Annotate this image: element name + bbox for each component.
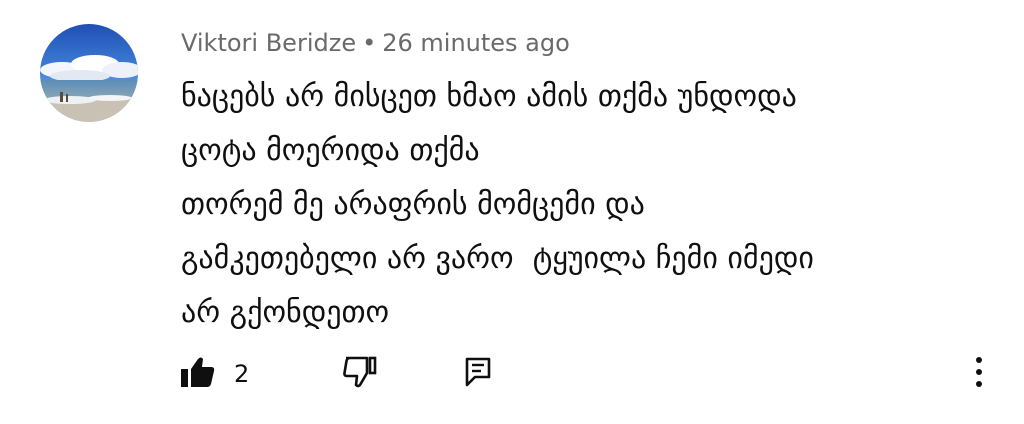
comment-timestamp[interactable]: 26 minutes ago [382,29,570,57]
more-options-button[interactable] [964,350,994,398]
comment-actions: 2 [0,350,1024,398]
thumbs-down-icon [342,355,378,393]
thumbs-up-icon [180,356,216,392]
meta-separator: • [362,29,377,57]
comment-header: Viktori Beridze • 26 minutes ago [181,26,570,60]
reply-button[interactable] [464,350,492,398]
comment-line: გამკეთებელი არ ვარო ტყუილა ჩემი იმედი [181,241,814,276]
dislike-button[interactable] [342,350,378,398]
comment-line: ნაცებს არ მისცეთ ხმაო ამის თქმა უნდოდა [181,79,797,114]
comment-text: ნაცებს არ მისცეთ ხმაო ამის თქმა უნდოდა ც… [181,70,1001,340]
comment-line: თორემ მე არაფრის მომცემი და [181,187,645,222]
more-vertical-icon [975,356,983,392]
author-name[interactable]: Viktori Beridze [181,29,356,57]
like-count: 2 [234,360,250,388]
reply-comment-icon [464,357,492,391]
avatar-image [40,24,138,122]
comment-thread: Viktori Beridze • 26 minutes ago ნაცებს არ… [0,0,1024,424]
comment-line: არ გქონდეთო [181,295,390,330]
like-button[interactable]: 2 [180,350,249,398]
avatar[interactable] [40,24,138,122]
comment-line: ცოტა მოერიდა თქმა [181,133,480,168]
